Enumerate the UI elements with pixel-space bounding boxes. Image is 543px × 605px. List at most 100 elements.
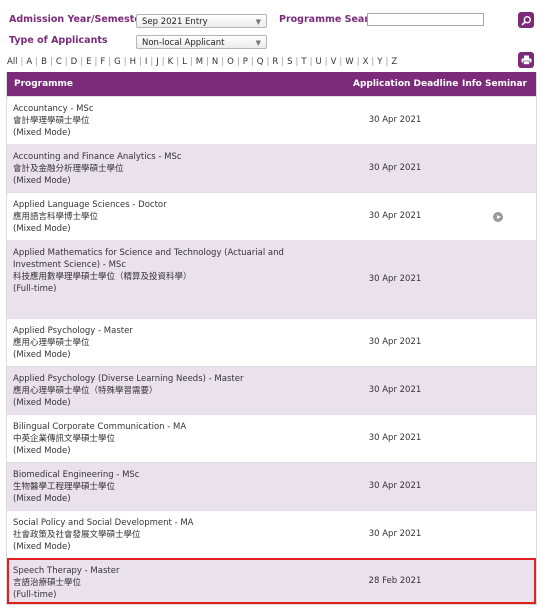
programme-cell: Applied Mathematics for Science and Tech… xyxy=(13,247,323,295)
programme-cell: Bilingual Corporate Communication - MA 中英… xyxy=(13,421,323,457)
study-mode: (Mixed Mode) xyxy=(13,494,71,504)
programme-cell: Accounting and Finance Analytics - MSc 會計… xyxy=(13,151,323,187)
alphabet-link-z[interactable]: Z xyxy=(391,57,397,67)
programme-name-zh: 應用心理學碩士學位 xyxy=(13,338,90,348)
study-mode: (Mixed Mode) xyxy=(13,224,71,234)
alphabet-separator: | xyxy=(64,57,68,67)
alphabet-link-all[interactable]: All xyxy=(7,57,18,67)
alphabet-separator: | xyxy=(206,57,209,67)
alphabet-link-m[interactable]: M xyxy=(196,57,203,67)
alphabet-link-f[interactable]: F xyxy=(100,57,105,67)
deadline-cell: 30 Apr 2021 xyxy=(368,385,422,395)
programme-name-en[interactable]: Accounting and Finance Analytics - MSc xyxy=(13,151,323,163)
dropdown-arrow-icon: ▼ xyxy=(255,18,261,26)
table-row[interactable]: Bilingual Corporate Communication - MA 中英… xyxy=(7,414,536,462)
alphabet-link-i[interactable]: I xyxy=(145,57,148,67)
alphabet-link-o[interactable]: O xyxy=(227,57,234,67)
table-row[interactable]: Applied Mathematics for Science and Tech… xyxy=(7,240,536,318)
alphabet-link-p[interactable]: P xyxy=(243,57,248,67)
study-mode: (Mixed Mode) xyxy=(13,350,71,360)
alphabet-link-j[interactable]: J xyxy=(156,57,159,67)
applicant-type-select[interactable]: Non-local Applicant ▼ xyxy=(136,35,267,49)
alphabet-separator: | xyxy=(138,57,142,67)
alphabet-link-r[interactable]: R xyxy=(272,57,278,67)
admission-year-value: Sep 2021 Entry xyxy=(142,17,208,27)
alphabet-separator: | xyxy=(94,57,98,67)
alphabet-link-y[interactable]: Y xyxy=(377,57,382,67)
programme-name-en[interactable]: Social Policy and Social Development - M… xyxy=(13,517,323,529)
table-row[interactable]: Social Policy and Social Development - M… xyxy=(7,510,536,558)
programme-name-en[interactable]: Applied Psychology (Diverse Learning Nee… xyxy=(13,373,323,385)
alphabet-link-u[interactable]: U xyxy=(315,57,321,67)
deadline-cell: 30 Apr 2021 xyxy=(368,529,422,539)
programme-name-en[interactable]: Bilingual Corporate Communication - MA xyxy=(13,421,323,433)
programme-name-en[interactable]: Biomedical Engineering - MSc xyxy=(13,469,323,481)
alphabet-link-t[interactable]: T xyxy=(301,57,306,67)
study-mode: (Mixed Mode) xyxy=(13,446,71,456)
alphabet-link-k[interactable]: K xyxy=(168,57,174,67)
alphabet-link-h[interactable]: H xyxy=(130,57,136,67)
table-row[interactable]: Accounting and Finance Analytics - MSc 會計… xyxy=(7,144,536,192)
programme-cell: Biomedical Engineering - MSc 生物醫學工程理學碩士學位… xyxy=(13,469,323,505)
study-mode: (Mixed Mode) xyxy=(13,128,71,138)
alphabet-link-g[interactable]: G xyxy=(114,57,121,67)
alphabet-link-d[interactable]: D xyxy=(71,57,78,67)
programme-cell: Social Policy and Social Development - M… xyxy=(13,517,323,553)
table-row[interactable]: Biomedical Engineering - MSc 生物醫學工程理學碩士學位… xyxy=(7,462,536,510)
search-button[interactable] xyxy=(518,12,534,28)
alphabet-link-q[interactable]: Q xyxy=(257,57,264,67)
programme-name-zh: 科技應用數學理學碩士學位（精算及投資科學） xyxy=(13,272,192,282)
applicant-type-label: Type of Applicants xyxy=(9,35,108,46)
deadline-cell: 30 Apr 2021 xyxy=(368,115,422,125)
programme-name-zh: 中英企業傳訊文學碩士學位 xyxy=(13,434,116,444)
programme-cell: Applied Psychology (Diverse Learning Nee… xyxy=(13,373,323,409)
programme-name-zh: 會計學理學碩士學位 xyxy=(13,116,90,126)
programme-name-zh: 社會政策及社會發展文學碩士學位 xyxy=(13,530,141,540)
alphabet-separator: | xyxy=(150,57,154,67)
admission-year-select[interactable]: Sep 2021 Entry ▼ xyxy=(136,14,267,28)
study-mode: (Full-time) xyxy=(13,284,57,294)
dropdown-arrow-icon: ▼ xyxy=(255,39,261,47)
programme-search-input[interactable] xyxy=(367,13,484,26)
alphabet-separator: | xyxy=(266,57,270,67)
alphabet-separator: | xyxy=(123,57,127,67)
programme-cell: Applied Psychology - Master 應用心理學碩士學位 (Mix… xyxy=(13,325,323,361)
alphabet-link-s[interactable]: S xyxy=(287,57,292,67)
alphabet-separator: | xyxy=(281,57,285,67)
table-body: Accountancy - MSc 會計學理學碩士學位 (Mixed Mode) 30… xyxy=(7,96,536,604)
deadline-cell: 30 Apr 2021 xyxy=(368,481,422,491)
alphabet-separator: | xyxy=(250,57,254,67)
alphabet-link-x[interactable]: X xyxy=(363,57,369,67)
programme-name-en[interactable]: Accountancy - MSc xyxy=(13,103,323,115)
alphabet-link-n[interactable]: N xyxy=(212,57,218,67)
alphabet-link-a[interactable]: A xyxy=(26,57,32,67)
alphabet-separator: | xyxy=(371,57,375,67)
table-row[interactable]: Applied Psychology (Diverse Learning Nee… xyxy=(7,366,536,414)
table-row[interactable]: Applied Language Sciences - Doctor 應用語言科學… xyxy=(7,192,536,240)
alphabet-link-v[interactable]: V xyxy=(331,57,337,67)
print-button[interactable] xyxy=(518,52,534,68)
alphabet-link-l[interactable]: L xyxy=(182,57,187,67)
alphabet-link-c[interactable]: C xyxy=(56,57,62,67)
alphabet-separator: | xyxy=(324,57,328,67)
programme-table: Programme Application Deadline Info Semi… xyxy=(6,72,537,605)
programme-cell: Applied Language Sciences - Doctor 應用語言科學… xyxy=(13,199,323,235)
alphabet-link-b[interactable]: B xyxy=(41,57,47,67)
alphabet-filter: All | A | B | C | D | E | F | G | H | I | J | K | L | M | N | O | P | Q | R |… xyxy=(7,57,397,67)
programme-name-en[interactable]: Applied Language Sciences - Doctor xyxy=(13,199,323,211)
admission-year-label: Admission Year/Semester xyxy=(9,14,146,25)
programme-name-en[interactable]: Speech Therapy - Master xyxy=(13,565,323,577)
alphabet-separator: | xyxy=(339,57,343,67)
programme-name-en[interactable]: Applied Mathematics for Science and Tech… xyxy=(13,247,323,271)
alphabet-link-e[interactable]: E xyxy=(86,57,91,67)
programme-name-zh: 應用語言科學博士學位 xyxy=(13,212,99,222)
table-row[interactable]: Applied Psychology - Master 應用心理學碩士學位 (Mix… xyxy=(7,318,536,366)
alphabet-link-w[interactable]: W xyxy=(345,57,353,67)
table-row[interactable]: Accountancy - MSc 會計學理學碩士學位 (Mixed Mode) 30… xyxy=(7,96,536,144)
deadline-cell: 30 Apr 2021 xyxy=(368,274,422,284)
alphabet-separator: | xyxy=(356,57,360,67)
deadline-cell: 28 Feb 2021 xyxy=(368,576,422,586)
programme-name-en[interactable]: Applied Psychology - Master xyxy=(13,325,323,337)
play-icon[interactable] xyxy=(493,212,503,222)
table-row[interactable]: Speech Therapy - Master 言語治療碩士學位 (Full-tim… xyxy=(7,558,536,604)
